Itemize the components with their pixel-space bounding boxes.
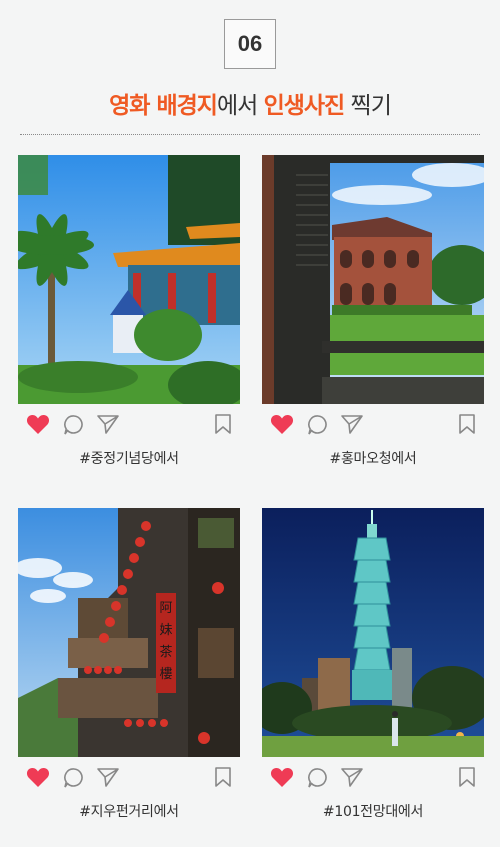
comment-icon[interactable] — [63, 414, 85, 440]
post-actions — [18, 404, 240, 444]
photo-jiufen-street[interactable]: 阿 妹 茶 樓 — [18, 508, 240, 757]
bookmark-icon[interactable] — [458, 413, 476, 439]
photo-card-4: #101전망대에서 — [262, 508, 484, 821]
title-text-1: 에서 — [216, 93, 264, 119]
post-caption: #지우펀거리에서 — [79, 804, 179, 820]
post-caption: #중정기념당에서 — [79, 451, 179, 467]
photo-fort-san-domingo[interactable] — [262, 155, 484, 404]
send-icon[interactable] — [340, 766, 364, 792]
post-caption: #101전망대에서 — [322, 804, 424, 820]
photo-card-1: #중정기념당에서 — [18, 155, 240, 468]
sign-char-1: 阿 — [159, 601, 172, 616]
dotted-divider — [20, 134, 480, 135]
post-caption: #홍마오청에서 — [329, 451, 417, 467]
comment-icon[interactable] — [63, 767, 85, 793]
bookmark-icon[interactable] — [458, 766, 476, 792]
heart-icon[interactable] — [270, 766, 294, 792]
sign-char-3: 茶 — [159, 644, 172, 660]
send-icon[interactable] — [96, 766, 120, 792]
bookmark-icon[interactable] — [214, 766, 232, 792]
heart-icon[interactable] — [270, 413, 294, 439]
sign-char-2: 妹 — [159, 623, 172, 638]
send-icon[interactable] — [96, 413, 120, 439]
comment-icon[interactable] — [307, 414, 329, 440]
title-highlight-2: 인생사진 — [263, 93, 346, 119]
title-text-2: 찍기 — [344, 93, 392, 119]
photo-card-3: 阿 妹 茶 樓 #지우펀거리에서 — [18, 508, 240, 821]
sign-char-4: 樓 — [159, 667, 172, 682]
post-actions — [262, 757, 484, 797]
section-number-badge: 06 — [224, 19, 276, 69]
heart-icon[interactable] — [26, 766, 50, 792]
photo-memorial-hall[interactable] — [18, 155, 240, 404]
comment-icon[interactable] — [307, 767, 329, 793]
title-highlight-1: 영화 배경지 — [109, 93, 218, 119]
photo-taipei-101[interactable] — [262, 508, 484, 757]
post-actions — [262, 404, 484, 444]
page-title: 영화 배경지에서 인생사진 찍기 — [0, 86, 500, 120]
photo-card-2: #홍마오청에서 — [262, 155, 484, 468]
bookmark-icon[interactable] — [214, 413, 232, 439]
heart-icon[interactable] — [26, 413, 50, 439]
post-actions — [18, 757, 240, 797]
send-icon[interactable] — [340, 413, 364, 439]
